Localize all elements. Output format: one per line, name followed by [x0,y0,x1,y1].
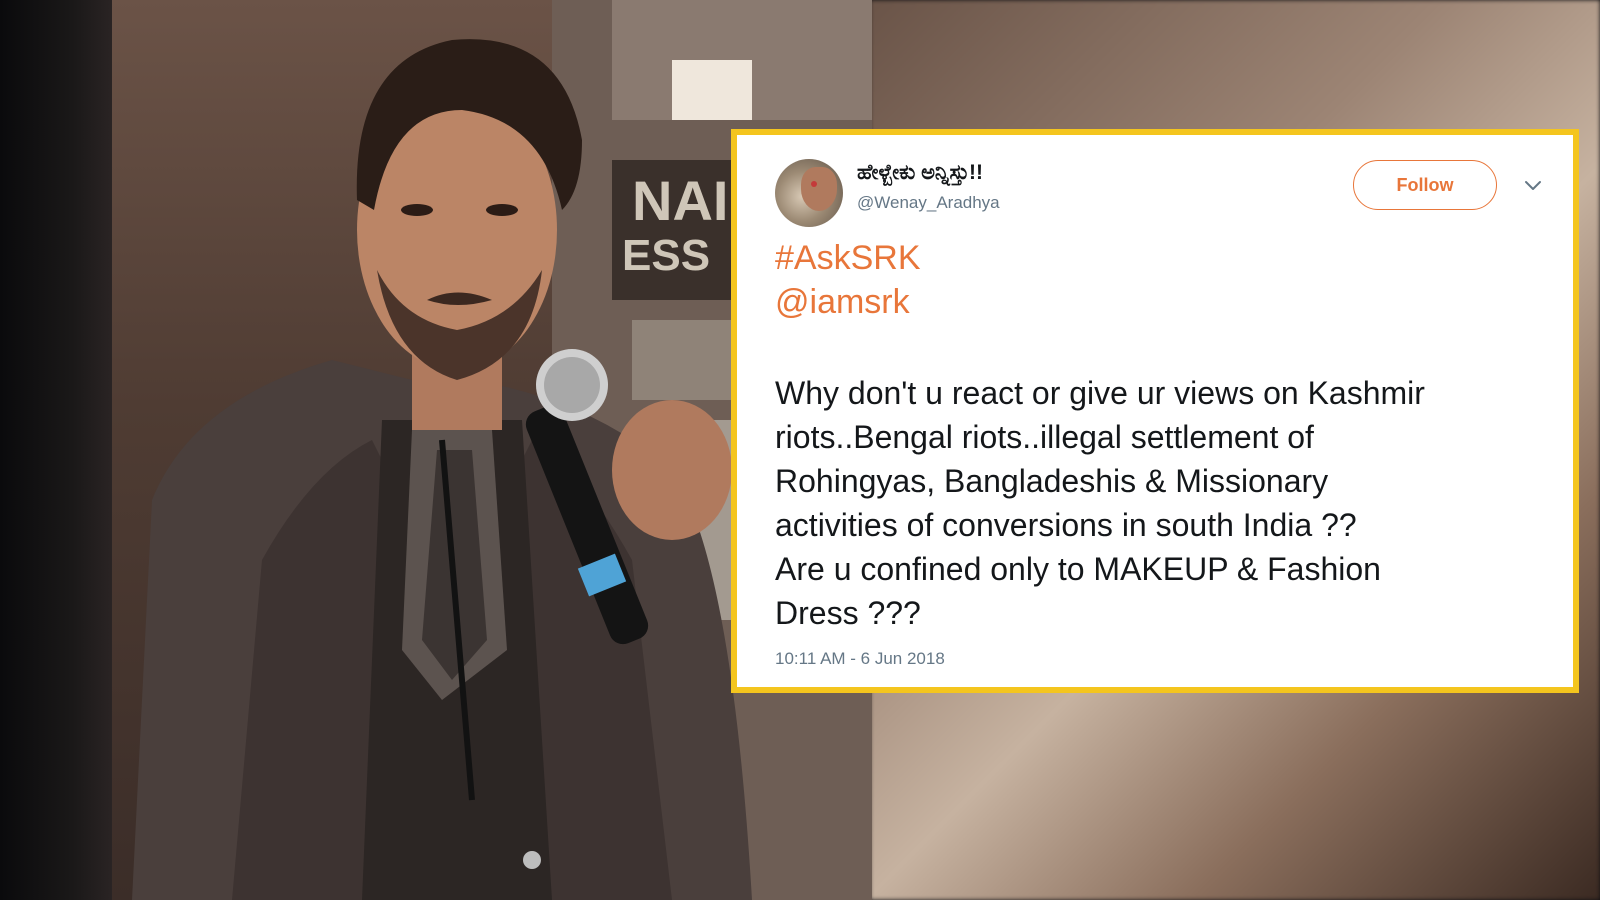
tweet-body-line: riots..Bengal riots..illegal settlement … [775,419,1314,455]
avatar-bindi [811,181,817,187]
mention-link[interactable]: @iamsrk [775,283,910,322]
tweet-card: ಹೇಳ್ಬೇಕು ಅನ್ನಿಸ್ತು!! @Wenay_Aradhya Foll… [731,129,1579,693]
tweet-body-line: activities of conversions in south India… [775,507,1357,543]
tweet-body: Why don't u react or give ur views on Ka… [775,371,1555,635]
display-name[interactable]: ಹೇಳ್ಬೇಕು ಅನ್ನಿಸ್ತು!! [857,161,983,185]
avatar[interactable] [775,159,843,227]
user-handle[interactable]: @Wenay_Aradhya [857,193,1000,213]
backdrop-text-2: ESS [622,231,710,280]
tweet-body-line: Dress ??? [775,595,921,631]
composite-image: NAI ESS ಹೇಳ್ಬೇಕು ಅನ್ನಿಸ್ತು!! @Wenay_Arad… [0,0,1600,900]
tweet-body-line: Why don't u react or give ur views on Ka… [775,375,1425,411]
tweet-body-line: Are u confined only to MAKEUP & Fashion [775,551,1381,587]
tweet-timestamp[interactable]: 10:11 AM - 6 Jun 2018 [775,649,945,669]
blurred-backdrop-left [0,0,120,900]
follow-button[interactable]: Follow [1353,160,1497,210]
backdrop-text-1: NAI [632,169,728,232]
hashtag-link[interactable]: #AskSRK [775,239,921,278]
tweet-body-line: Rohingyas, Bangladeshis & Missionary [775,463,1329,499]
avatar-hand [801,167,837,211]
chevron-down-icon[interactable] [1521,173,1545,197]
